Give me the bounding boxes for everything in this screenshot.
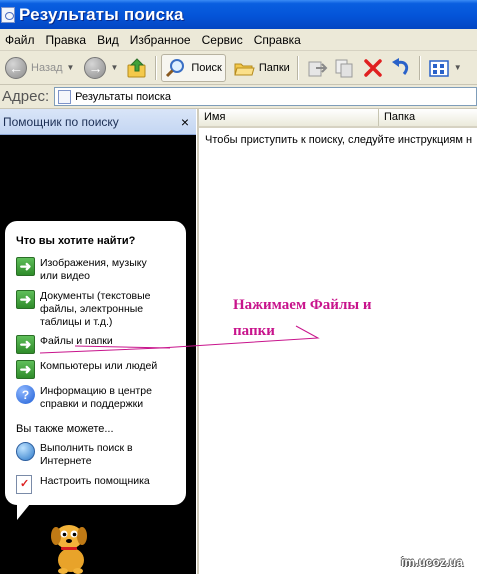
annotation-line-2: папки [233,323,275,339]
search-results-icon [58,89,72,104]
watermark: im.ucoz.ua [401,555,464,569]
search-button[interactable]: Поиск [161,53,226,82]
menu-favorites[interactable]: Избранное [125,33,197,47]
back-label: Назад [31,61,63,74]
up-folder-icon [127,57,146,77]
search-icon [166,58,185,77]
bubble-tail [17,504,30,520]
option-files-folders[interactable]: ➜ Файлы и папки [16,335,162,354]
back-dropdown-icon[interactable]: ▼ [67,63,75,72]
views-icon [429,59,449,77]
forward-icon: → [84,56,107,79]
arrow-right-icon: ➜ [16,257,35,276]
back-icon: ← [5,56,27,79]
option-media-label[interactable]: Изображения, музыку или видео [40,257,162,283]
folders-label: Папки [258,61,290,74]
globe-icon [16,442,35,461]
also-label: Вы также можете... [16,423,114,435]
option-help-center[interactable]: ? Информацию в центре справки и поддержк… [16,385,162,411]
forward-dropdown-icon[interactable]: ▼ [110,63,118,72]
app-folder-search-icon [1,6,15,23]
option-customize-assistant-label[interactable]: Настроить помощника [40,475,162,488]
dog-assistant-icon[interactable] [47,517,92,574]
address-label: Адрес: [2,88,50,105]
column-header-name[interactable]: Имя [199,109,379,126]
option-customize-assistant[interactable]: Настроить помощника [16,475,162,494]
toolbar: ← Назад ▼ → ▼ Поиск Папки ▼ [0,51,477,85]
menu-edit[interactable]: Правка [41,33,93,47]
folders-icon [234,63,255,75]
search-label: Поиск [191,61,222,74]
copy-to-icon [335,59,353,77]
address-value: Результаты поиска [75,90,171,103]
preferences-icon [16,475,32,494]
window-title: Результаты поиска [19,4,184,24]
arrow-right-icon: ➜ [16,290,35,309]
arrow-right-icon: ➜ [16,335,35,354]
annotation-line-1: Нажимаем Файлы и [233,297,372,313]
menu-tools[interactable]: Сервис [197,33,249,47]
menu-bar: Файл Правка Вид Избранное Сервис Справка [0,29,477,51]
address-bar: Адрес: Результаты поиска [0,85,477,109]
copy-to-button[interactable] [331,54,359,82]
option-internet-search[interactable]: Выполнить поиск в Интернете [16,442,162,468]
title-bar: Результаты поиска [0,0,477,29]
close-icon[interactable]: × [181,114,189,130]
toolbar-separator [155,55,158,80]
delete-icon [364,58,382,77]
menu-view[interactable]: Вид [92,33,125,47]
folders-button[interactable]: Папки [230,54,293,82]
search-question: Что вы хотите найти? [16,235,136,247]
views-dropdown-icon[interactable]: ▼ [454,63,462,72]
option-documents-label[interactable]: Документы (текстовые файлы, электронные … [40,290,162,329]
forward-button[interactable]: → ▼ [81,54,121,82]
search-pane-title: Помощник по поиску [3,114,119,129]
toolbar-separator [296,55,299,80]
annotation-text: Нажимаем Файлы и папки [233,292,413,344]
option-help-center-label[interactable]: Информацию в центре справки и поддержки [40,385,162,411]
toolbar-separator [418,55,421,80]
option-files-folders-label[interactable]: Файлы и папки [40,335,162,348]
column-headers: Имя Папка [199,109,477,128]
move-to-icon [308,61,328,76]
results-hint: Чтобы приступить к поиску, следуйте инст… [205,134,473,146]
views-button[interactable]: ▼ [425,54,465,82]
search-pane-header: Помощник по поиску × [0,109,196,135]
menu-file[interactable]: Файл [0,33,41,47]
option-computers-people-label[interactable]: Компьютеры или людей [40,360,162,373]
arrow-right-icon: ➜ [16,360,35,379]
option-internet-search-label[interactable]: Выполнить поиск в Интернете [40,442,162,468]
delete-button[interactable] [359,54,387,82]
menu-help[interactable]: Справка [249,33,307,47]
address-field[interactable]: Результаты поиска [54,87,477,106]
up-button[interactable] [123,54,151,82]
option-media[interactable]: ➜ Изображения, музыку или видео [16,257,162,283]
help-icon: ? [16,385,35,404]
column-header-folder[interactable]: Папка [379,109,477,126]
undo-button[interactable] [387,54,415,82]
option-computers-people[interactable]: ➜ Компьютеры или людей [16,360,162,379]
back-button[interactable]: ← Назад ▼ [2,54,77,82]
option-documents[interactable]: ➜ Документы (текстовые файлы, электронны… [16,290,162,329]
undo-icon [391,57,408,75]
move-to-button[interactable] [303,54,331,82]
search-companion-bubble: Что вы хотите найти? ➜ Изображения, музы… [5,221,186,505]
